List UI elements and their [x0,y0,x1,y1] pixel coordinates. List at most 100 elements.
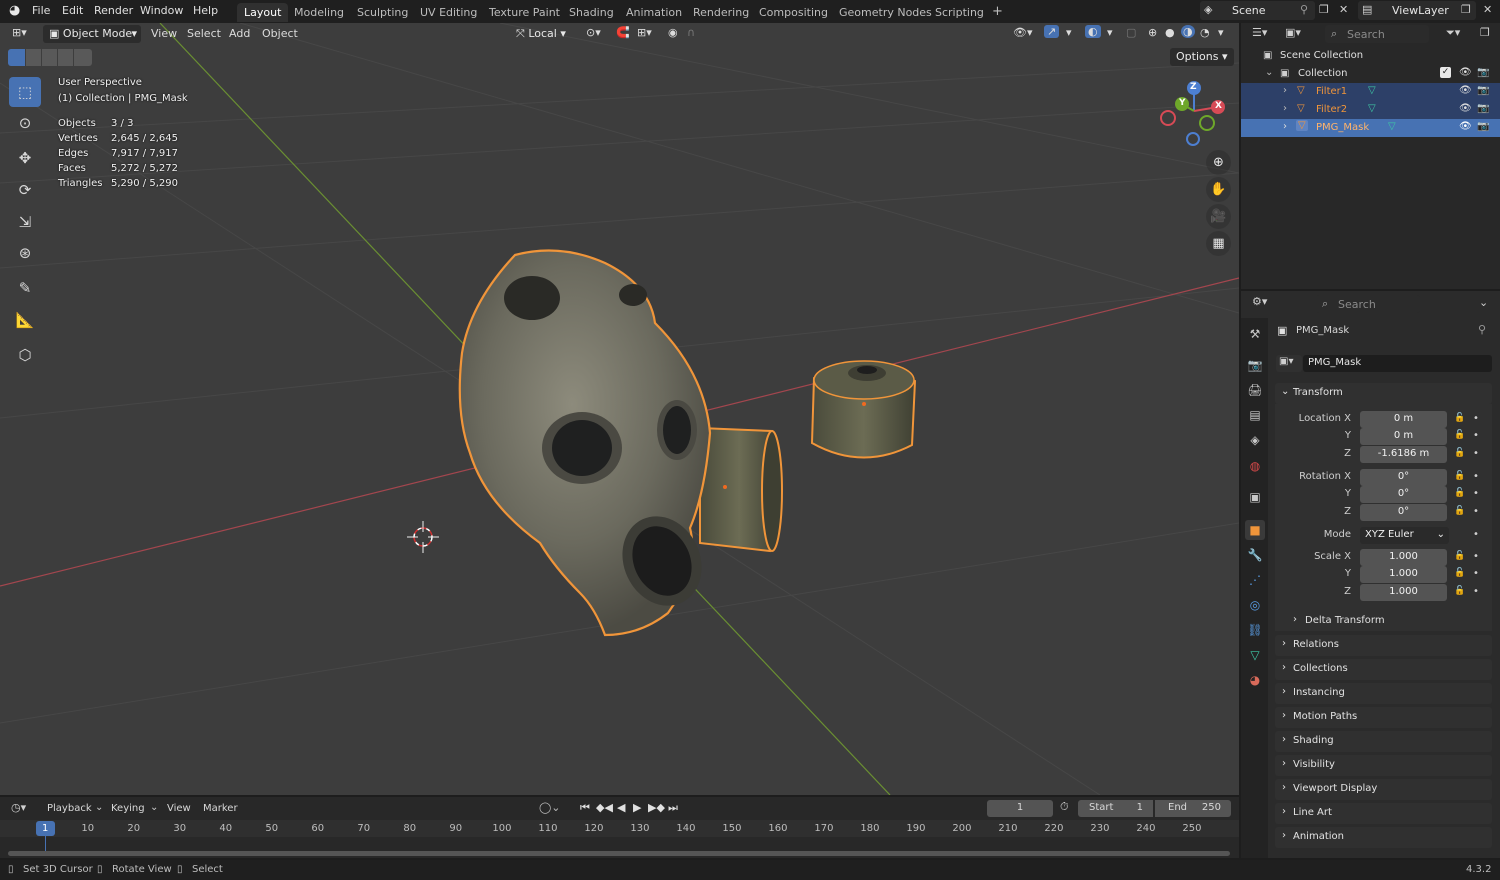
visibility-icon[interactable]: 👁▾ [1013,26,1033,39]
chevron-right-icon[interactable]: › [1283,85,1287,96]
start-frame-field[interactable]: Start 1 [1078,800,1153,817]
keyframe-dot-icon[interactable]: • [1473,471,1479,482]
rotation-x-field[interactable]: 0° [1360,469,1447,486]
outliner-item-pmg-mask[interactable]: › ▽ PMG_Mask ▽ 👁 📷 [1241,119,1500,137]
tab-animation[interactable]: Animation [619,3,689,22]
camera-icon[interactable]: 📷 [1477,85,1489,96]
transform-panel-header[interactable]: ⌄ Transform [1275,383,1492,404]
properties-options-icon[interactable]: ⌄ [1479,296,1488,309]
menu-add[interactable]: Add [229,27,250,40]
lock-icon[interactable]: 🔓 [1454,506,1465,516]
motion-paths-panel-header[interactable]: › Motion Paths [1275,707,1492,728]
menu-marker[interactable]: Marker [203,803,238,814]
eye-icon[interactable]: 👁 [1459,67,1472,78]
menu-playback[interactable]: Playback [47,803,92,814]
view-layer-selector[interactable]: ▤ ViewLayer [1358,1,1476,20]
jump-keyframe-back-icon[interactable]: ◆◀ [596,801,613,814]
outliner-search-input[interactable]: ⌕ Search [1325,25,1429,43]
new-view-layer-icon[interactable]: ❐ [1461,3,1471,16]
modifier-tab-icon[interactable]: 🔧 [1245,545,1265,565]
lock-icon[interactable]: 🔓 [1454,586,1465,596]
render-tab-icon[interactable]: 📷 [1245,355,1265,375]
overlay-toggle-icon[interactable]: ◐ [1085,25,1101,38]
keyframe-dot-icon[interactable]: • [1473,430,1479,441]
collection-tab-icon[interactable]: ▣ [1245,487,1265,507]
keyframe-dot-icon[interactable]: • [1473,413,1479,424]
new-scene-icon[interactable]: ❐ [1319,3,1329,16]
play-icon[interactable]: ▶ [633,801,641,814]
options-dropdown[interactable]: Options ▾ [1170,48,1234,66]
keyframe-dot-icon[interactable]: • [1473,586,1479,597]
scale-tool-icon[interactable]: ⇲ [9,207,41,237]
outliner-item-filter2[interactable]: › ▽ Filter2 ▽ 👁 📷 [1241,101,1500,119]
location-y-field[interactable]: 0 m [1360,428,1447,445]
menu-edit[interactable]: Edit [62,4,83,17]
keyframe-dot-icon[interactable]: • [1473,568,1479,579]
lock-icon[interactable]: 🔓 [1454,413,1465,423]
jump-start-icon[interactable]: ⏮ [580,801,590,815]
outliner-display-mode-icon[interactable]: ▣▾ [1285,26,1301,39]
play-reverse-icon[interactable]: ◀ [617,801,625,814]
lock-icon[interactable]: 🔓 [1454,448,1465,458]
constraints-tab-icon[interactable]: ⛓ [1245,620,1265,640]
rotate-tool-icon[interactable]: ⟳ [9,175,41,205]
collections-panel-header[interactable]: › Collections [1275,659,1492,680]
tab-compositing[interactable]: Compositing [752,3,835,22]
relations-panel-header[interactable]: › Relations [1275,635,1492,656]
location-z-field[interactable]: -1.6186 m [1360,446,1447,463]
scene-collection-row[interactable]: ▣ Scene Collection [1241,47,1500,65]
object-tab-icon[interactable]: ■ [1245,520,1265,540]
animation-panel-header[interactable]: › Animation [1275,827,1492,848]
chevron-down-icon[interactable]: ⌄ [1265,67,1273,78]
lock-icon[interactable]: 🔓 [1454,471,1465,481]
gizmo-dropdown-icon[interactable]: ▾ [1066,26,1072,39]
add-workspace-button[interactable]: + [985,1,1010,20]
menu-select[interactable]: Select [187,27,221,40]
mode-dropdown[interactable]: ▣ Object Mode ▾ [43,25,141,43]
tab-scripting[interactable]: Scripting [928,3,991,22]
lock-icon[interactable]: 🔓 [1454,551,1465,561]
stopwatch-icon[interactable]: ⏱ [1060,800,1069,814]
instancing-panel-header[interactable]: › Instancing [1275,683,1492,704]
menu-view[interactable]: View [151,27,177,40]
keyframe-dot-icon[interactable]: • [1473,506,1479,517]
transform-tool-icon[interactable]: ⊛ [9,238,41,268]
auto-keying-icon[interactable]: ◯⌄ [539,801,561,814]
transform-orientation-dropdown[interactable]: ⤧ Local ▾ [510,25,578,43]
camera-icon[interactable]: 📷 [1477,103,1489,114]
select-invert-icon[interactable] [58,49,73,66]
tab-texture-paint[interactable]: Texture Paint [482,3,567,22]
scale-y-field[interactable]: 1.000 [1360,566,1447,583]
menu-window[interactable]: Window [140,4,183,17]
line-art-panel-header[interactable]: › Line Art [1275,803,1492,824]
pivot-icon[interactable]: ⊙▾ [586,26,601,39]
rotation-y-field[interactable]: 0° [1360,486,1447,503]
object-name-field[interactable]: PMG_Mask [1303,355,1492,372]
move-tool-icon[interactable]: ✥ [9,143,41,173]
select-extend-icon[interactable] [26,49,41,66]
camera-icon[interactable]: 📷 [1477,67,1489,78]
location-x-field[interactable]: 0 m [1360,411,1447,428]
gizmo-y-label[interactable]: Y [1179,98,1186,108]
tab-layout[interactable]: Layout [237,3,289,22]
tab-modeling[interactable]: Modeling [287,3,351,22]
remove-view-layer-icon[interactable]: ✕ [1483,3,1492,16]
keyframe-dot-icon[interactable]: • [1473,488,1479,499]
rendered-shading-icon[interactable]: ◔ [1200,26,1210,39]
lock-icon[interactable]: 🔓 [1454,568,1465,578]
remove-scene-icon[interactable]: ✕ [1339,3,1348,16]
gizmo-z-label[interactable]: Z [1190,82,1197,92]
tab-shading[interactable]: Shading [562,3,621,22]
timeline-editor-icon[interactable]: ◷▾ [11,801,26,814]
pan-hand-icon[interactable]: ✋ [1206,177,1231,202]
add-cube-tool-icon[interactable]: ⬡ [9,340,41,370]
outliner-editor-icon[interactable]: ☰▾ [1252,26,1267,39]
shading-dropdown-icon[interactable]: ▾ [1218,26,1224,39]
pin-icon[interactable]: ⚲ [1300,3,1308,16]
measure-tool-icon[interactable]: 📐 [9,305,41,335]
wireframe-shading-icon[interactable]: ⊕ [1148,26,1157,39]
lock-icon[interactable]: 🔓 [1454,430,1465,440]
falloff-icon[interactable]: ∩ [687,26,695,39]
camera-icon[interactable]: 📷 [1477,121,1489,132]
tab-uv-editing[interactable]: UV Editing [413,3,484,22]
